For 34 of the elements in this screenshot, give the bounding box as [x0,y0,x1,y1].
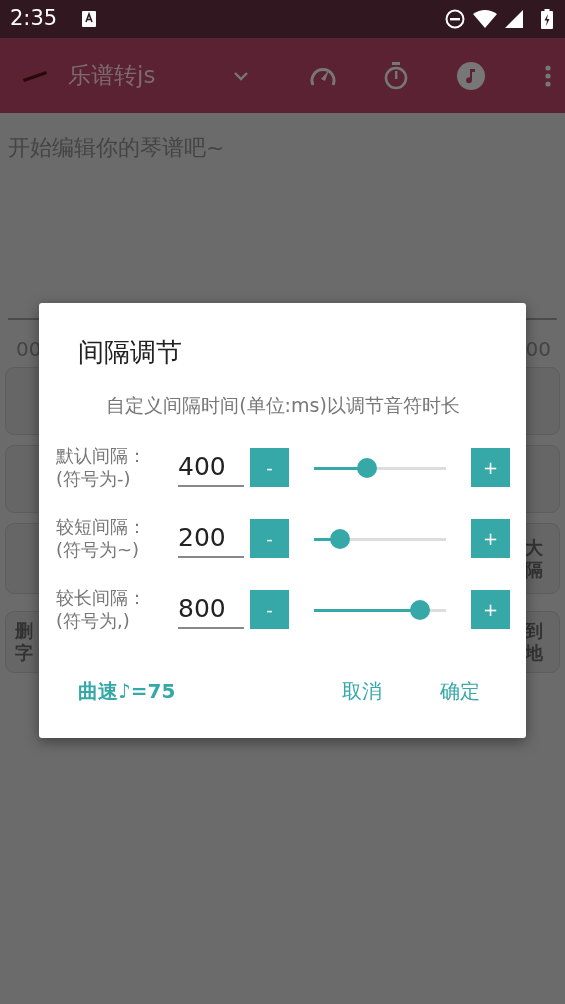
status-time: 2:35 [10,5,58,33]
dialog-message: 自定义间隔时间(单位:ms)以调节音符时长 [106,394,460,416]
signal-icon [505,10,523,28]
slider-thumb[interactable] [356,457,377,478]
timer-icon[interactable] [383,61,409,90]
decrease-button[interactable]: - [250,519,289,558]
music-note-icon[interactable] [457,61,485,90]
interval-label: 默认间隔： [56,445,147,468]
dropdown-chevron-icon[interactable] [233,70,249,81]
symbol-hint: (符号为-) [56,467,132,490]
symbol-hint: (符号为,) [56,609,131,632]
battery-icon [541,9,553,29]
app-title: 乐谱转js [68,61,156,91]
increase-button[interactable]: + [471,519,510,558]
more-options-icon[interactable] [545,64,551,87]
cancel-button[interactable]: 取消 [342,676,382,706]
slider-thumb[interactable] [409,599,430,620]
decrease-button[interactable]: - [250,448,289,487]
decrease-button[interactable]: - [250,590,289,629]
tempo-button[interactable]: 曲速♪=75 [78,676,176,706]
interval-input[interactable]: 800 [178,589,244,630]
dialog-title: 间隔调节 [78,337,182,367]
increase-button[interactable]: + [471,448,510,487]
do-not-disturb-icon [445,9,465,29]
interval-label: 较长间隔： [56,587,147,610]
confirm-button[interactable]: 确定 [440,676,480,706]
interval-label: 较短间隔： [56,516,147,539]
slider-thumb[interactable] [330,528,351,549]
interval-input[interactable]: 200 [178,518,244,559]
keyboard-notification-icon [82,11,97,27]
wifi-icon [473,10,497,28]
symbol-hint: (符号为~) [56,538,141,561]
interval-input[interactable]: 400 [178,447,244,488]
increase-button[interactable]: + [471,590,510,629]
